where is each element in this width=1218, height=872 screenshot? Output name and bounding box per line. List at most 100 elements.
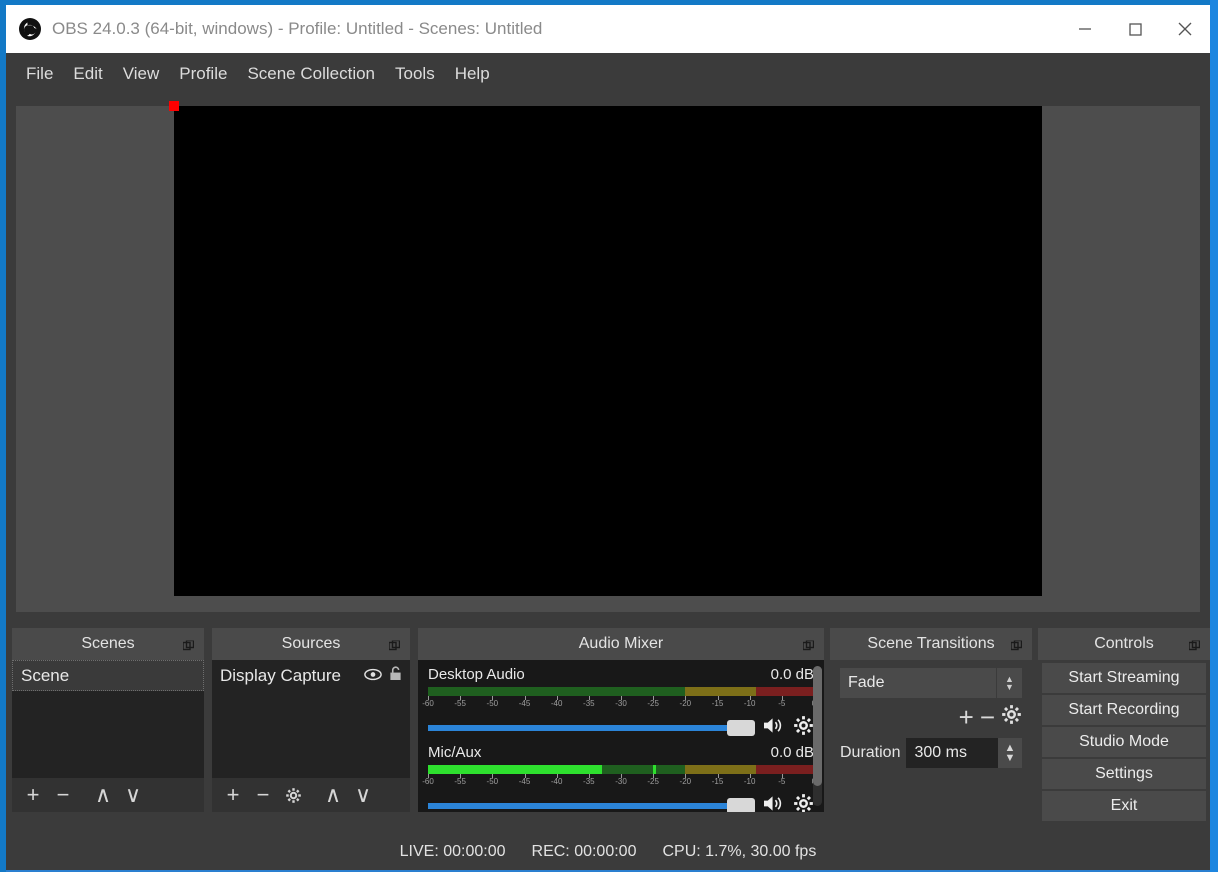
menu-bar: File Edit View Profile Scene Collection … bbox=[6, 53, 1210, 94]
volume-slider-knob[interactable] bbox=[726, 720, 755, 736]
transitions-title-label: Scene Transitions bbox=[867, 635, 995, 652]
source-list-item[interactable]: Display Capture bbox=[212, 660, 410, 691]
volume-slider[interactable] bbox=[428, 798, 755, 812]
scenes-move-down-icon[interactable]: ∨ bbox=[118, 780, 148, 810]
close-icon[interactable] bbox=[1160, 5, 1210, 53]
scenes-dock: Scenes Scene + − ∧ ∨ bbox=[12, 628, 204, 812]
duration-stepper[interactable]: ▲ ▼ bbox=[998, 738, 1022, 768]
unlocked-padlock-icon[interactable] bbox=[389, 665, 402, 686]
obs-main-window: OBS 24.0.3 (64-bit, windows) - Profile: … bbox=[0, 0, 1218, 872]
scale-tick-label: -35 bbox=[583, 699, 595, 708]
window-title: OBS 24.0.3 (64-bit, windows) - Profile: … bbox=[52, 19, 543, 38]
mixer-channel-desktop-audio: Desktop Audio 0.0 dB -60 -55 -50 -45 -40 -35 -… bbox=[422, 666, 816, 736]
transition-select[interactable]: Fade ▲ ▼ bbox=[840, 668, 1022, 698]
meter-segment bbox=[685, 765, 757, 774]
scene-list-item[interactable]: Scene bbox=[12, 660, 204, 691]
menu-file[interactable]: File bbox=[16, 60, 63, 88]
channel-level-meter bbox=[428, 765, 814, 774]
sources-remove-icon[interactable]: − bbox=[248, 780, 278, 810]
menu-edit[interactable]: Edit bbox=[63, 60, 112, 88]
scale-tick-label: -25 bbox=[647, 777, 659, 786]
scale-tick-label: -45 bbox=[518, 699, 531, 708]
sources-toolbar: + − ∧ ∨ bbox=[212, 778, 410, 812]
sources-list[interactable]: Display Capture bbox=[212, 660, 410, 778]
meter-segment bbox=[685, 687, 757, 696]
scenes-list[interactable]: Scene bbox=[12, 660, 204, 778]
source-item-label: Display Capture bbox=[220, 665, 341, 685]
dock-row: Scenes Scene + − ∧ ∨ Sources Display Cap… bbox=[6, 628, 1210, 828]
duration-input[interactable]: 300 ms ▲ ▼ bbox=[906, 738, 1022, 768]
volume-slider[interactable] bbox=[428, 720, 755, 736]
scale-tick-label: -15 bbox=[711, 777, 724, 786]
sources-add-icon[interactable]: + bbox=[218, 780, 248, 810]
float-dock-icon[interactable] bbox=[182, 639, 195, 651]
menu-scene-collection[interactable]: Scene Collection bbox=[237, 60, 385, 88]
meter-active-level bbox=[428, 765, 602, 774]
mixer-dock-title: Audio Mixer bbox=[418, 628, 824, 660]
sources-move-down-icon[interactable]: ∨ bbox=[348, 780, 378, 810]
menu-help[interactable]: Help bbox=[445, 60, 500, 88]
scenes-move-up-icon[interactable]: ∧ bbox=[88, 780, 118, 810]
sources-move-up-icon[interactable]: ∧ bbox=[318, 780, 348, 810]
speaker-on-icon[interactable] bbox=[762, 794, 785, 812]
sources-title-label: Sources bbox=[281, 635, 341, 652]
meter-segment bbox=[756, 765, 814, 774]
mixer-title-label: Audio Mixer bbox=[578, 635, 664, 652]
scale-tick-label: -5 bbox=[778, 777, 786, 786]
title-bar: OBS 24.0.3 (64-bit, windows) - Profile: … bbox=[6, 5, 1210, 53]
volume-slider-knob[interactable] bbox=[726, 798, 755, 812]
start-streaming-button[interactable]: Start Streaming bbox=[1042, 663, 1206, 693]
window-border-right bbox=[1210, 0, 1218, 872]
scale-tick-label: -30 bbox=[615, 699, 627, 708]
scale-tick-label: -20 bbox=[679, 777, 692, 786]
menu-view[interactable]: View bbox=[113, 60, 170, 88]
transition-properties-gear-icon[interactable] bbox=[1001, 704, 1022, 730]
scale-tick-label: -60 bbox=[422, 699, 434, 708]
speaker-on-icon[interactable] bbox=[762, 716, 785, 740]
live-timer: LIVE: 00:00:00 bbox=[399, 843, 506, 860]
start-recording-button[interactable]: Start Recording bbox=[1042, 695, 1206, 725]
scale-tick-label: -25 bbox=[647, 699, 659, 708]
gear-icon[interactable] bbox=[793, 793, 814, 812]
gear-icon[interactable] bbox=[793, 715, 814, 741]
float-dock-icon[interactable] bbox=[388, 639, 401, 651]
mixer-scrollbar[interactable] bbox=[813, 666, 822, 806]
cpu-fps-status: CPU: 1.7%, 30.00 fps bbox=[662, 843, 817, 860]
float-dock-icon[interactable] bbox=[1188, 639, 1201, 651]
maximize-icon[interactable] bbox=[1110, 5, 1160, 53]
minimize-icon[interactable] bbox=[1060, 5, 1110, 53]
duration-value: 300 ms bbox=[914, 744, 967, 761]
chevron-down-icon: ▼ bbox=[1005, 682, 1014, 692]
scale-tick-label: -35 bbox=[583, 777, 595, 786]
channel-db-value: 0.0 dB bbox=[770, 666, 814, 683]
chevron-updown-icon[interactable]: ▲ ▼ bbox=[996, 668, 1022, 698]
preview-area[interactable] bbox=[16, 101, 1200, 612]
channel-db-value: 0.0 dB bbox=[770, 744, 814, 761]
status-bar: LIVE: 00:00:00 REC: 00:00:00 CPU: 1.7%, … bbox=[6, 834, 1210, 870]
scale-tick-label: -55 bbox=[454, 699, 466, 708]
stepper-down-icon[interactable]: ▼ bbox=[1005, 753, 1016, 764]
studio-mode-button[interactable]: Studio Mode bbox=[1042, 727, 1206, 757]
menu-profile[interactable]: Profile bbox=[169, 60, 237, 88]
preview-canvas[interactable] bbox=[174, 106, 1042, 596]
channel-db-scale: -60-55-50-45-40-35-30-25-20-15-10-50 bbox=[422, 696, 816, 709]
controls-body: Start Streaming Start Recording Studio M… bbox=[1038, 660, 1210, 821]
scenes-remove-icon[interactable]: − bbox=[48, 780, 78, 810]
float-dock-icon[interactable] bbox=[1010, 639, 1023, 651]
scene-transitions-dock: Scene Transitions Fade ▲ ▼ + − Duration … bbox=[830, 628, 1032, 812]
remove-transition-icon[interactable]: − bbox=[980, 704, 995, 730]
mixer-scrollbar-thumb[interactable] bbox=[813, 666, 822, 786]
channel-controls bbox=[428, 715, 814, 741]
eye-icon[interactable] bbox=[364, 666, 382, 686]
scale-tick-label: -50 bbox=[486, 777, 499, 786]
sources-properties-gear-icon[interactable] bbox=[278, 780, 308, 810]
float-dock-icon[interactable] bbox=[802, 639, 815, 651]
exit-button[interactable]: Exit bbox=[1042, 791, 1206, 821]
menu-tools[interactable]: Tools bbox=[385, 60, 445, 88]
settings-button[interactable]: Settings bbox=[1042, 759, 1206, 789]
add-transition-icon[interactable]: + bbox=[959, 704, 974, 730]
rec-timer: REC: 00:00:00 bbox=[531, 843, 637, 860]
scenes-add-icon[interactable]: + bbox=[18, 780, 48, 810]
resize-handle-icon[interactable] bbox=[169, 101, 179, 111]
controls-title-label: Controls bbox=[1094, 635, 1154, 652]
